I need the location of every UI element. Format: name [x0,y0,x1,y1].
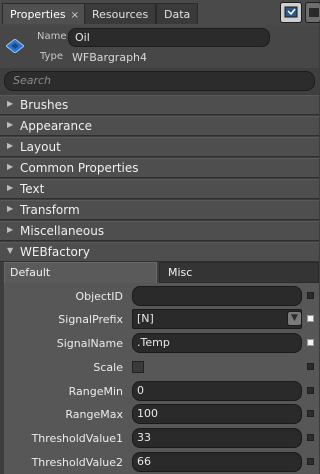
property-label-signalname: SignalName [56,337,123,350]
binding-marker[interactable] [307,292,314,299]
expand-arrow-icon: ▶ [7,183,14,192]
tab-data-label: Data [164,8,191,21]
category-label: Layout [20,140,61,154]
binding-marker[interactable] [307,410,314,417]
search-bar: Search [0,68,319,94]
property-grid: ObjectID SignalPrefix [N] ▼ SignalName .… [4,283,319,474]
scale-checkbox[interactable] [132,361,144,373]
properties-view-icon [309,8,319,17]
objectid-input[interactable] [132,286,302,306]
category-label: Common Properties [20,161,139,175]
expand-arrow-icon: ▶ [7,204,14,213]
chevron-down-icon[interactable]: ▼ [287,311,302,326]
thresholdvalue1-input[interactable]: 33 [132,428,302,448]
object-header: Name Oil Type WFBargraph4 [0,26,319,68]
collapse-arrow-icon: ▼ [7,246,14,255]
category-label: Transform [20,203,80,217]
expand-arrow-icon: ▶ [7,99,14,108]
type-value: WFBargraph4 [72,51,148,64]
category-label: Text [20,182,45,196]
property-label-thresholdvalue1: ThresholdValue1 [31,432,123,445]
tab-resources-label: Resources [92,8,149,21]
category-webfactory[interactable]: ▼ WEBfactory [0,242,319,262]
name-label: Name [37,31,67,42]
category-label: Appearance [20,119,93,133]
rangemax-input[interactable]: 100 [132,404,302,424]
category-text[interactable]: ▶ Text [0,179,319,199]
category-common-properties[interactable]: ▶ Common Properties [0,158,319,178]
tab-data[interactable]: Data [156,3,199,24]
binding-marker[interactable] [307,315,314,322]
events-view-icon [284,6,298,18]
binding-marker[interactable] [307,458,314,465]
properties-view-button[interactable] [305,2,320,23]
subtab-default[interactable]: Default [4,262,157,283]
property-label-rangemin: RangeMin [68,385,123,398]
type-label: Type [40,51,63,62]
category-label: Miscellaneous [20,224,105,238]
events-view-button[interactable] [280,2,302,23]
search-input[interactable]: Search [4,71,315,91]
tab-resources[interactable]: Resources [84,3,157,24]
signalprefix-combobox[interactable]: [N] [132,309,302,329]
binding-marker[interactable] [307,434,314,441]
panel-tab-strip: Properties × Resources Data [0,0,320,26]
expand-arrow-icon: ▶ [7,141,14,150]
property-label-objectid: ObjectID [75,290,123,303]
category-transform[interactable]: ▶ Transform [0,200,319,220]
category-label: Brushes [20,98,69,112]
category-appearance[interactable]: ▶ Appearance [0,116,319,136]
binding-marker[interactable] [307,363,314,370]
property-label-thresholdvalue2: ThresholdValue2 [31,456,123,469]
rangemin-input[interactable]: 0 [132,381,302,401]
webfactory-subtabs: Default Misc [4,262,319,283]
thresholdvalue2-input[interactable]: 66 [132,452,302,472]
tab-properties[interactable]: Properties × [2,3,87,24]
binding-marker[interactable] [307,387,314,394]
category-miscellaneous[interactable]: ▶ Miscellaneous [0,221,319,241]
expand-arrow-icon: ▶ [7,225,14,234]
signalname-input[interactable]: .Temp [132,333,302,353]
expand-arrow-icon: ▶ [7,162,14,171]
binding-marker[interactable] [307,339,314,346]
category-brushes[interactable]: ▶ Brushes [0,95,319,115]
property-label-scale: Scale [93,361,123,374]
name-input[interactable]: Oil [68,28,270,47]
close-icon[interactable]: × [71,10,79,21]
property-label-signalprefix: SignalPrefix [58,313,123,326]
subtab-misc[interactable]: Misc [159,262,319,283]
category-layout[interactable]: ▶ Layout [0,137,319,157]
object-diamond-icon [6,39,24,53]
expand-arrow-icon: ▶ [7,120,14,129]
tab-properties-label: Properties [10,8,66,21]
category-label: WEBfactory [20,245,90,259]
property-label-rangemax: RangeMax [65,408,123,421]
